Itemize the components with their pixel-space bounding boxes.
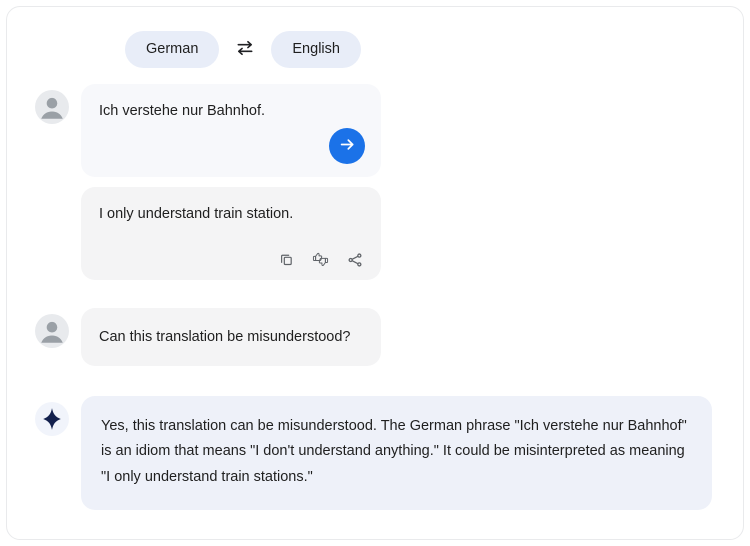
translation-chat-card: German English Ich verstehe nur Bahnhof.…	[6, 6, 744, 540]
swap-horizontal-icon	[235, 38, 255, 61]
source-language-pill[interactable]: German	[125, 31, 220, 68]
arrow-right-icon	[338, 135, 357, 157]
source-text: Ich verstehe nur Bahnhof.	[99, 102, 266, 119]
source-text-bubble[interactable]: Ich verstehe nur Bahnhof.	[81, 83, 381, 177]
sparkle-icon	[35, 401, 69, 436]
conversation-thread: Ich verstehe nur Bahnhof. I only underst…	[7, 68, 743, 511]
translated-text: I only understand train station.	[99, 205, 294, 222]
target-language-pill[interactable]: English	[271, 31, 361, 68]
share-button[interactable]	[345, 250, 365, 270]
feedback-thumbs-icon	[312, 252, 329, 267]
user-question-bubble: Can this translation be misunderstood?	[81, 307, 381, 366]
translated-text-bubble: I only understand train station.	[81, 186, 381, 280]
turn-ai-answer: Yes, this translation can be misundersto…	[7, 395, 743, 511]
swap-languages-button[interactable]	[233, 37, 257, 61]
copy-button[interactable]	[277, 250, 296, 269]
translation-bubbles: Ich verstehe nur Bahnhof. I only underst…	[81, 83, 381, 280]
user-avatar-icon	[35, 89, 69, 124]
language-selector-bar: German English	[7, 7, 743, 68]
ai-answer-bubble: Yes, this translation can be misundersto…	[81, 395, 712, 511]
translation-actions	[277, 250, 365, 270]
send-translate-button[interactable]	[329, 127, 365, 164]
feedback-button[interactable]	[310, 250, 331, 269]
turn-user-question: Can this translation be misunderstood?	[7, 307, 743, 366]
user-avatar-icon	[35, 313, 69, 348]
ai-answer-text: Yes, this translation can be misundersto…	[101, 417, 687, 485]
share-icon	[347, 252, 363, 268]
copy-icon	[279, 252, 294, 267]
turn-translation: Ich verstehe nur Bahnhof. I only underst…	[7, 83, 743, 280]
user-question-text: Can this translation be misunderstood?	[99, 328, 351, 345]
